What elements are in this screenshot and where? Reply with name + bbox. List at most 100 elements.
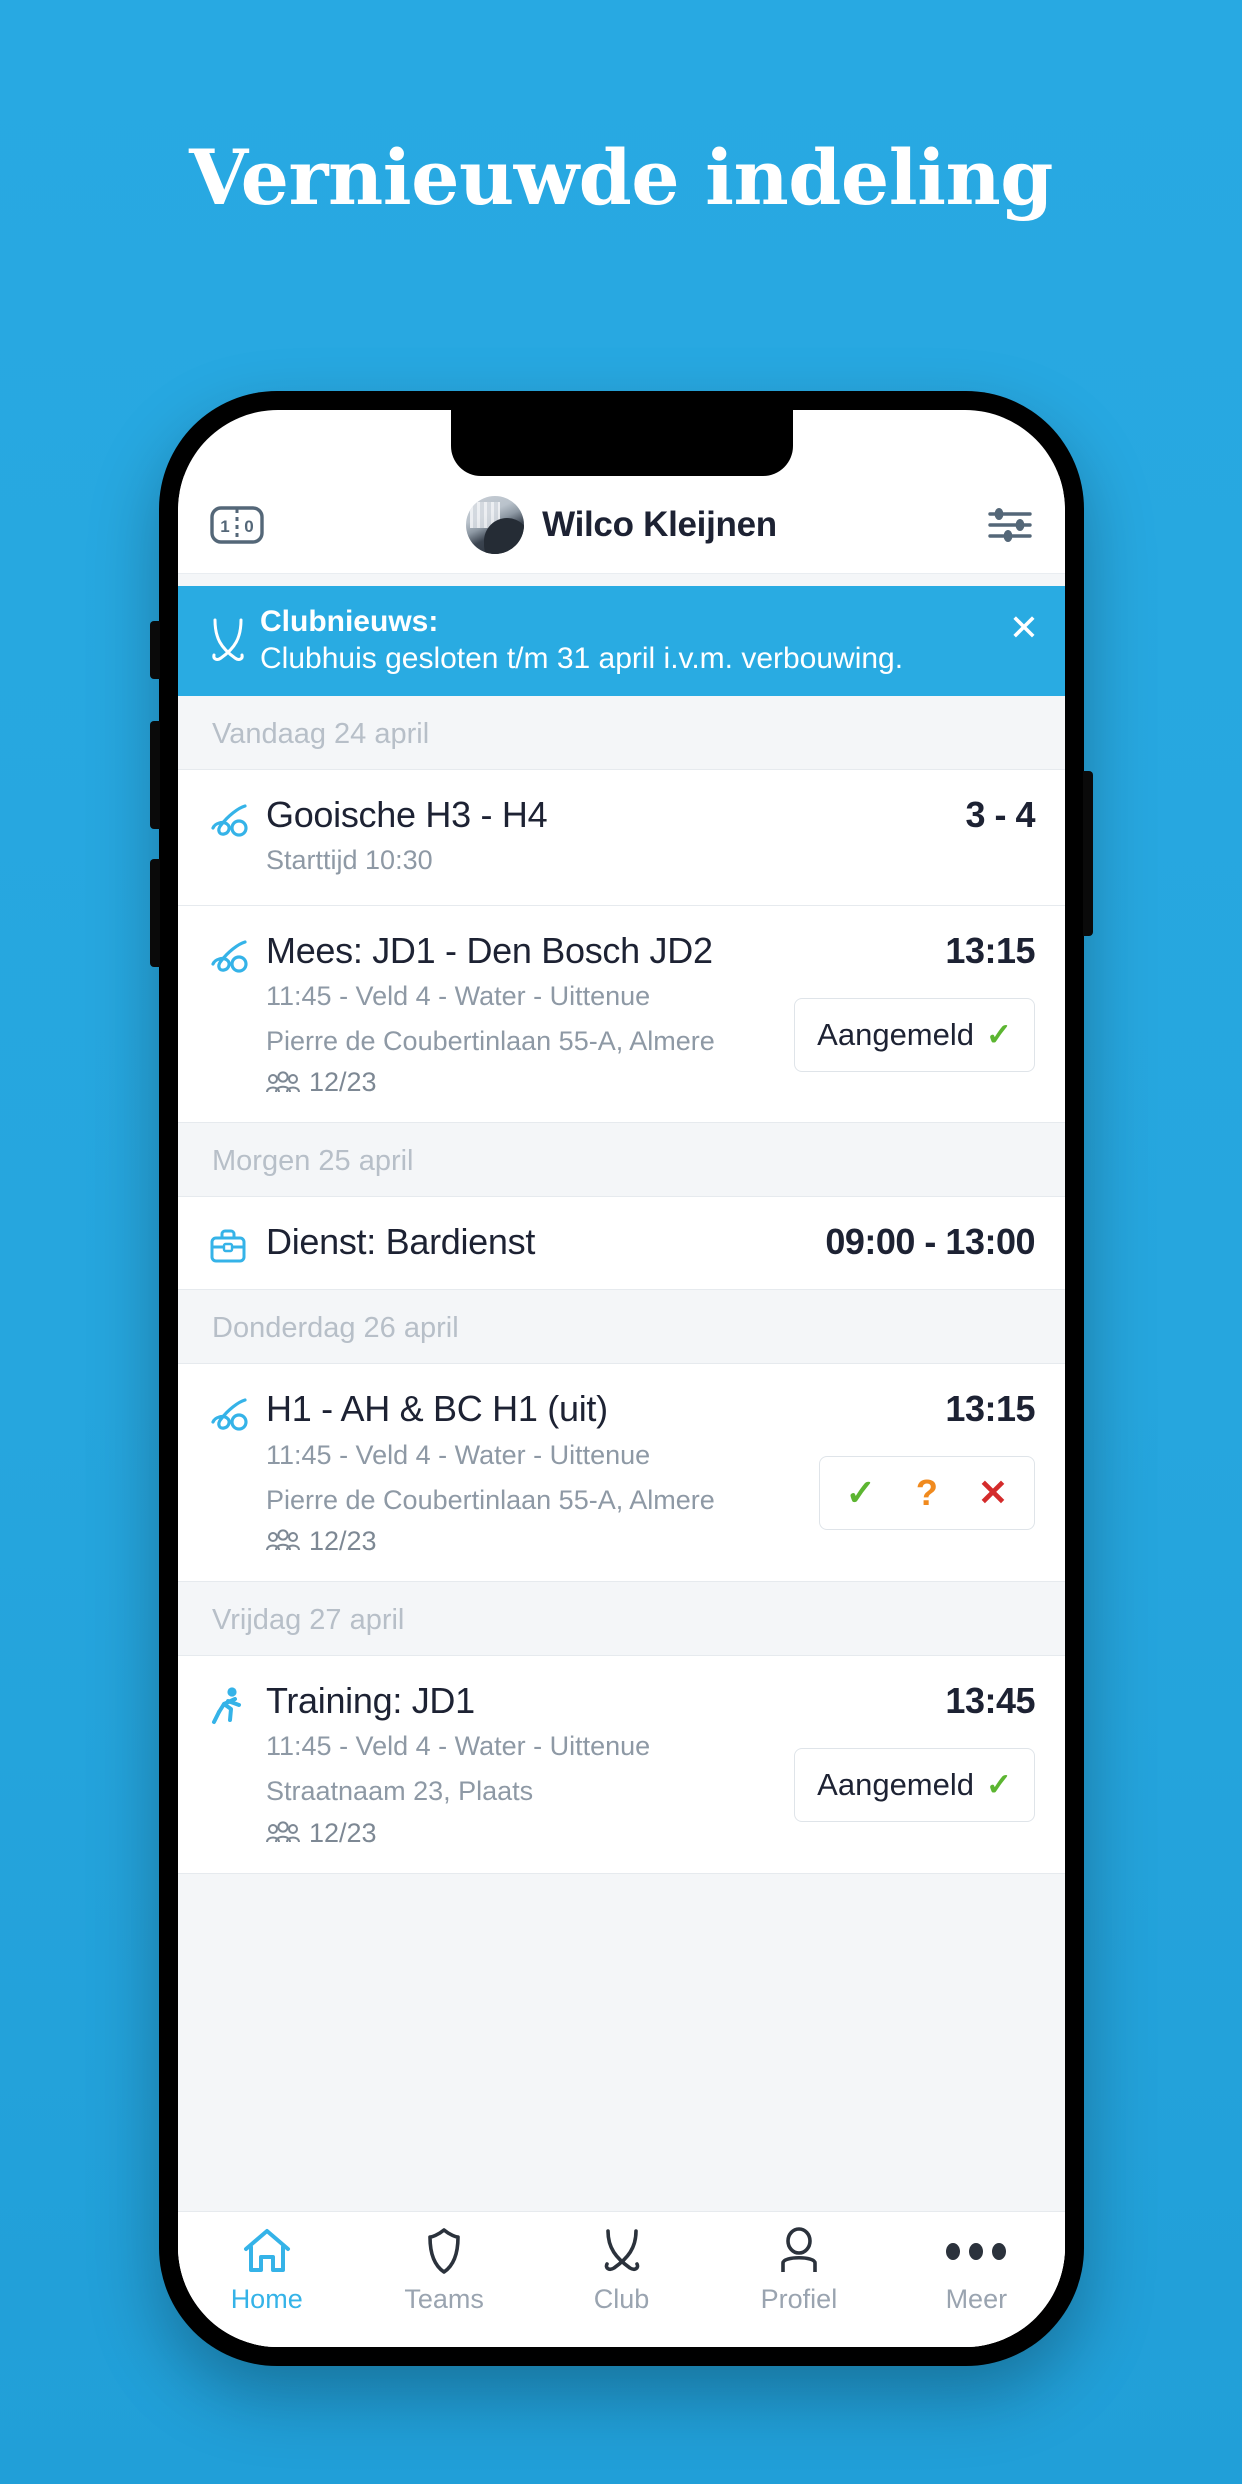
attendance-count: 12/23 (309, 1817, 377, 1848)
aangemeld-button[interactable]: Aangemeld ✓ (794, 997, 1035, 1072)
event-info: Training: JD1 11:45 - Veld 4 - Water - U… (266, 1680, 780, 1849)
attendance: 12/23 (266, 1067, 780, 1098)
phone-mute-switch (150, 621, 160, 679)
banner-text-wrap: Clubnieuws: Clubhuis gesloten t/m 31 apr… (256, 603, 1043, 678)
event-location: Straatnaam 23, Plaats (266, 1776, 534, 1807)
club-news-banner[interactable]: Clubnieuws: Clubhuis gesloten t/m 31 apr… (178, 586, 1065, 696)
event-subtitle: Starttijd 10:30 (266, 845, 433, 876)
day-header: Vandaag 24 april (178, 696, 1065, 770)
svg-text:0: 0 (244, 517, 253, 536)
hockey-stick-ball-icon (208, 930, 266, 1099)
day-header: Morgen 25 april (178, 1123, 1065, 1198)
app-header: 1 0 Wilco Kleijnen (178, 476, 1065, 574)
tab-meer-label: Meer (945, 2284, 1008, 2314)
attendance: 12/23 (266, 1818, 780, 1849)
crossed-hockey-sticks-icon (200, 614, 256, 666)
event-right: 13:45 Aangemeld ✓ (780, 1680, 1035, 1849)
phone-notch (450, 410, 793, 476)
tab-meer[interactable]: Meer (888, 2226, 1065, 2315)
event-time: 13:15 (945, 929, 1035, 971)
scoreboard-icon: 1 0 (210, 505, 264, 544)
app-content-scroll[interactable]: Clubnieuws: Clubhuis gesloten t/m 31 apr… (178, 574, 1065, 2347)
event-score: 3 - 4 (965, 794, 1035, 835)
day-header: Donderdag 26 april (178, 1290, 1065, 1365)
people-group-icon (266, 1821, 300, 1845)
event-right: 09:00 - 13:00 (811, 1221, 1035, 1265)
close-icon[interactable]: ✕ (1009, 610, 1039, 646)
event-title: Mees: JD1 - Den Bosch JD2 (266, 929, 713, 971)
event-info: H1 - AH & BC H1 (uit) 11:45 - Veld 4 - W… (266, 1388, 805, 1557)
event-subtitle: 11:45 - Veld 4 - Water - Uittenue (266, 1731, 651, 1762)
decline-icon[interactable]: ✕ (958, 1471, 1028, 1515)
header-user[interactable]: Wilco Kleijnen (270, 495, 973, 554)
running-person-icon (208, 1680, 266, 1849)
event-info: Mees: JD1 - Den Bosch JD2 11:45 - Veld 4… (266, 930, 780, 1099)
person-icon (773, 2226, 825, 2276)
hockey-stick-ball-icon (208, 1388, 266, 1557)
check-icon: ✓ (986, 1017, 1012, 1053)
user-name: Wilco Kleijnen (542, 504, 777, 544)
event-location: Pierre de Coubertinlaan 55-A, Almere (266, 1026, 715, 1057)
tab-club-label: Club (593, 2284, 650, 2314)
attendance: 12/23 (266, 1526, 805, 1557)
phone-volume-up-button (150, 721, 160, 829)
accept-icon[interactable]: ✓ (826, 1471, 896, 1515)
svg-text:1: 1 (220, 517, 229, 536)
aangemeld-button[interactable]: Aangemeld ✓ (794, 1747, 1035, 1822)
page-title: Vernieuwde indeling (189, 133, 1053, 222)
aangemeld-label: Aangemeld (817, 1766, 975, 1802)
home-icon (241, 2226, 293, 2276)
event-right: 13:15 Aangemeld ✓ (780, 930, 1035, 1099)
tab-home-label: Home (230, 2284, 303, 2314)
event-info: Dienst: Bardienst (266, 1221, 811, 1265)
people-group-icon (266, 1529, 300, 1553)
check-icon: ✓ (986, 1767, 1012, 1803)
phone-mockup: 1 0 Wilco Kleijnen Clubnieuws: Clubhuis … (150, 391, 1093, 2366)
event-subtitle: 11:45 - Veld 4 - Water - Uittenue (266, 980, 651, 1011)
event-subtitle: 11:45 - Veld 4 - Water - Uittenue (266, 1439, 651, 1470)
event-row[interactable]: Dienst: Bardienst 09:00 - 13:00 (178, 1197, 1065, 1291)
event-right: 13:15 ✓ ? ✕ (805, 1388, 1035, 1557)
attendance-choice-group[interactable]: ✓ ? ✕ (818, 1456, 1035, 1531)
people-group-icon (266, 1071, 300, 1095)
phone-volume-down-button (150, 859, 160, 967)
event-row[interactable]: Training: JD1 11:45 - Veld 4 - Water - U… (178, 1655, 1065, 1874)
event-location: Pierre de Coubertinlaan 55-A, Almere (266, 1484, 715, 1515)
shield-icon (418, 2226, 470, 2276)
event-row[interactable]: Gooische H3 - H4 Starttijd 10:30 3 - 4 (178, 770, 1065, 906)
sliders-icon (987, 505, 1033, 545)
ellipsis-icon (946, 2226, 1007, 2276)
phone-power-button (1083, 771, 1093, 936)
tab-club[interactable]: Club (533, 2226, 710, 2315)
crossed-sticks-icon (596, 2226, 648, 2276)
attendance-count: 12/23 (309, 1067, 377, 1098)
event-title: Dienst: Bardienst (266, 1221, 536, 1263)
event-row[interactable]: H1 - AH & BC H1 (uit) 11:45 - Veld 4 - W… (178, 1364, 1065, 1582)
event-right: 3 - 4 (875, 794, 1035, 881)
tab-profiel-label: Profiel (760, 2284, 838, 2314)
event-time: 13:45 (945, 1679, 1035, 1721)
bottom-tab-bar: Home Teams Club Profiel Meer (178, 2211, 1065, 2347)
event-row[interactable]: Mees: JD1 - Den Bosch JD2 11:45 - Veld 4… (178, 905, 1065, 1124)
event-time: 09:00 - 13:00 (825, 1221, 1035, 1263)
hockey-stick-ball-icon (208, 794, 266, 881)
tab-teams[interactable]: Teams (355, 2226, 532, 2315)
event-title: Training: JD1 (266, 1679, 475, 1721)
briefcase-icon (208, 1221, 266, 1265)
event-title: Gooische H3 - H4 (266, 794, 548, 835)
event-title: H1 - AH & BC H1 (uit) (266, 1388, 608, 1430)
event-info: Gooische H3 - H4 Starttijd 10:30 (266, 794, 875, 881)
banner-title: Clubnieuws: (260, 604, 439, 638)
tab-home[interactable]: Home (178, 2226, 355, 2315)
event-time: 13:15 (945, 1388, 1035, 1430)
list-bottom-spacer (178, 1873, 1065, 1994)
scoreboard-button[interactable]: 1 0 (210, 505, 270, 544)
maybe-icon[interactable]: ? (896, 1471, 958, 1515)
day-header: Vrijdag 27 april (178, 1581, 1065, 1656)
avatar (466, 495, 525, 554)
tab-profiel[interactable]: Profiel (710, 2226, 887, 2315)
attendance-count: 12/23 (309, 1525, 377, 1556)
phone-screen: 1 0 Wilco Kleijnen Clubnieuws: Clubhuis … (178, 410, 1065, 2347)
aangemeld-label: Aangemeld (817, 1016, 975, 1052)
settings-button[interactable] (973, 505, 1033, 545)
